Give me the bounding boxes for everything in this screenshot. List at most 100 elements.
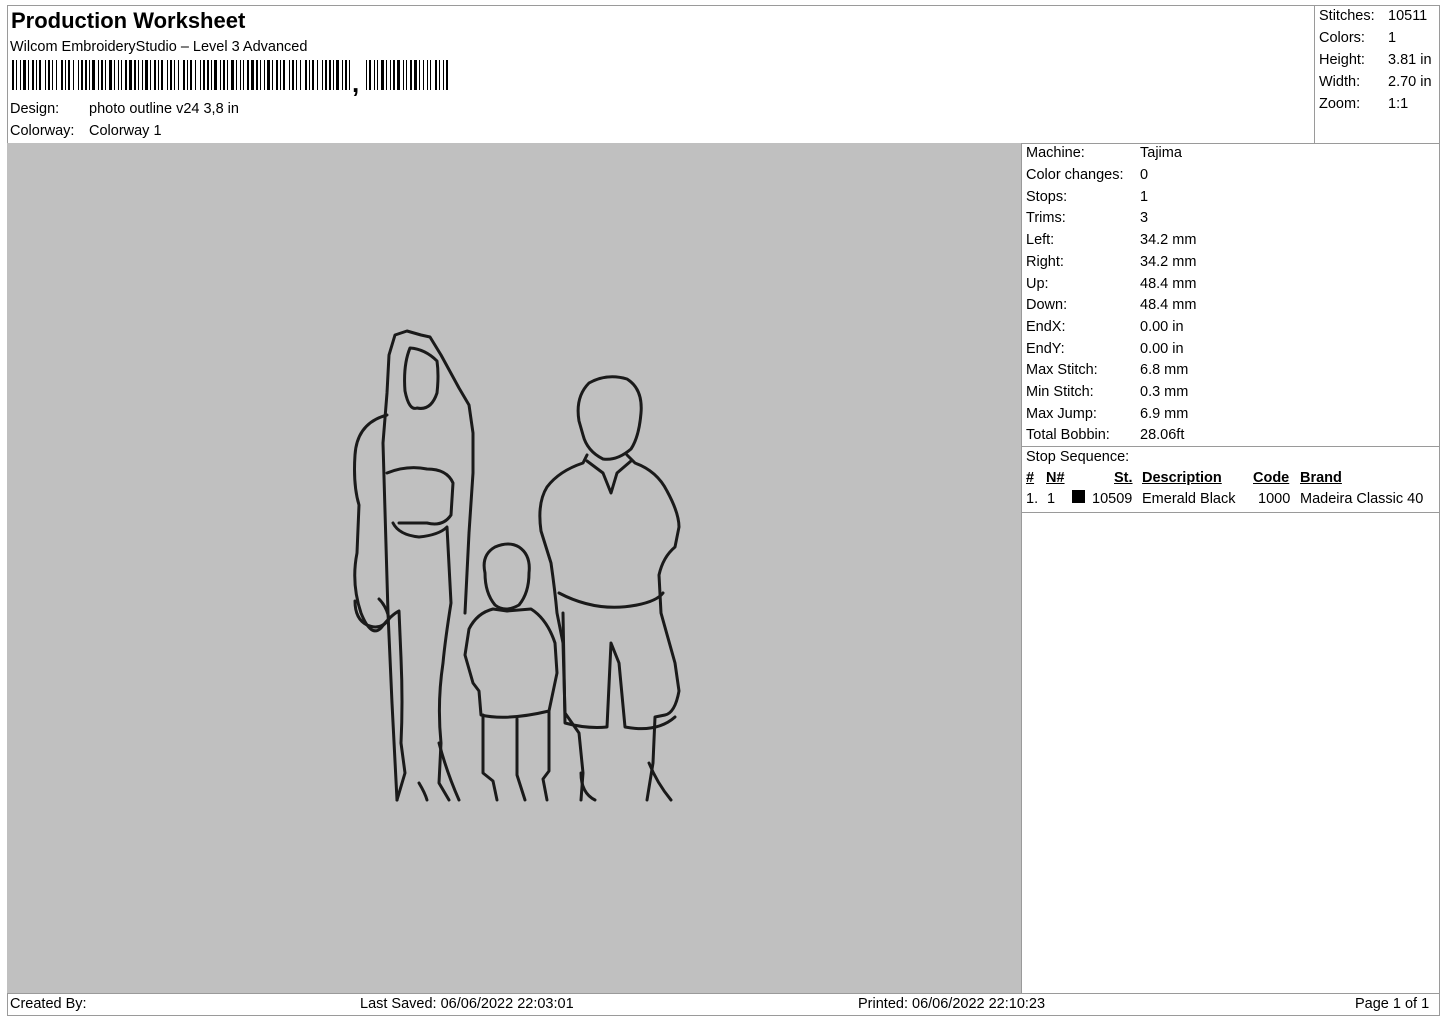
barcode-bar <box>231 60 234 90</box>
barcode-bar <box>419 60 420 90</box>
barcode-bar <box>336 60 339 90</box>
man-head <box>576 375 643 461</box>
down-label: Down: <box>1026 297 1068 313</box>
barcode-bar <box>272 60 273 90</box>
info-panel <box>1021 143 1440 994</box>
barcode-bar <box>150 60 151 90</box>
min-stitch-label: Min Stitch: <box>1026 384 1094 400</box>
barcode-bar <box>283 60 285 90</box>
barcode-bar <box>369 60 371 90</box>
stop-sequence-title: Stop Sequence: <box>1026 449 1130 465</box>
barcode-bar <box>435 60 437 90</box>
last-saved: Last Saved: 06/06/2022 22:03:01 <box>360 996 574 1012</box>
barcode-bar <box>386 60 387 90</box>
created-by: Created By: <box>10 996 87 1012</box>
left-label: Left: <box>1026 232 1055 248</box>
width-value: 2.70 in <box>1388 74 1432 90</box>
barcode-bar <box>129 60 132 90</box>
barcode-bar <box>211 60 212 90</box>
barcode-bar <box>276 60 278 90</box>
boy-legs <box>481 709 551 802</box>
zoom-value: 1:1 <box>1388 96 1409 112</box>
barcode-bar <box>16 60 17 90</box>
barcode-bar <box>393 60 395 90</box>
color-swatch <box>1072 490 1085 503</box>
barcode-bar <box>134 60 136 90</box>
barcode-bar <box>187 60 188 90</box>
endy-label: EndY: <box>1026 341 1065 357</box>
info-divider <box>1021 446 1440 447</box>
row-num: 1. <box>1026 491 1039 507</box>
barcode-bar <box>345 60 347 90</box>
barcode-bar <box>20 60 21 90</box>
barcode-bar <box>312 60 314 90</box>
barcode-bar <box>264 60 265 90</box>
endy-value: 0.00 in <box>1140 341 1184 357</box>
barcode-bar <box>114 60 115 90</box>
barcode-bar <box>105 60 106 90</box>
stitches-label: Stitches: <box>1319 8 1375 24</box>
color-changes-value: 0 <box>1140 167 1149 183</box>
machine-label: Machine: <box>1026 145 1085 161</box>
barcode-bar <box>118 60 119 90</box>
barcode-bar <box>377 60 378 90</box>
barcode-bar <box>65 60 66 90</box>
barcode-bar <box>145 60 148 90</box>
page-number: Page 1 of 1 <box>1355 996 1430 1012</box>
up-value: 48.4 mm <box>1140 276 1197 292</box>
printed-date: Printed: 06/06/2022 22:10:23 <box>858 996 1046 1012</box>
down-value: 48.4 mm <box>1140 297 1197 313</box>
barcode-bar <box>23 60 26 90</box>
height-label: Height: <box>1319 52 1365 68</box>
barcode-bar <box>446 60 448 90</box>
stops-label: Stops: <box>1026 189 1068 205</box>
barcode-bar <box>292 60 294 90</box>
barcode-bar <box>28 60 29 90</box>
barcode-bar <box>98 60 99 90</box>
max-stitch-value: 6.8 mm <box>1140 362 1189 378</box>
barcode-bar <box>101 60 103 90</box>
barcode-bar <box>203 60 205 90</box>
barcode-bar <box>305 60 307 90</box>
col-header-description: Description <box>1142 470 1222 486</box>
barcode-bar <box>296 60 297 90</box>
barcode-bar <box>397 60 400 90</box>
machine-value: Tajima <box>1140 145 1182 161</box>
stitches-value: 10511 <box>1388 8 1428 24</box>
colors-label: Colors: <box>1319 30 1365 46</box>
color-changes-label: Color changes: <box>1026 167 1124 183</box>
barcode-bar <box>174 60 175 90</box>
barcode-bar <box>236 60 237 90</box>
up-label: Up: <box>1026 276 1049 292</box>
barcode-bar <box>443 60 444 90</box>
col-header-code: Code <box>1253 470 1290 486</box>
stop-divider <box>1021 512 1440 513</box>
barcode-bar <box>342 60 343 90</box>
barcode-bar <box>227 60 228 90</box>
barcode-bar <box>251 60 254 90</box>
barcode-bar <box>73 60 74 90</box>
width-label: Width: <box>1319 74 1361 90</box>
zoom-label: Zoom: <box>1319 96 1361 112</box>
barcode-bar <box>430 60 431 90</box>
left-value: 34.2 mm <box>1140 232 1197 248</box>
woman-face <box>403 346 440 410</box>
man-shorts <box>561 611 677 731</box>
row-n: 1 <box>1047 491 1056 507</box>
barcode-bar <box>289 60 290 90</box>
col-header-brand: Brand <box>1300 470 1342 486</box>
boy-head <box>482 542 531 611</box>
barcode-bar <box>381 60 384 90</box>
barcode-bar <box>406 60 407 90</box>
barcode-bar <box>333 60 334 90</box>
barcode-bar <box>32 60 34 90</box>
barcode-bar <box>247 60 249 90</box>
barcode-bar <box>349 60 350 90</box>
row-st: 10509 <box>1092 491 1133 507</box>
row-brand: Madeira Classic 40 <box>1300 491 1424 507</box>
barcode-bar <box>12 60 14 90</box>
col-header-num: # <box>1026 470 1035 486</box>
barcode-bar <box>161 60 163 90</box>
barcode-bar <box>322 60 323 90</box>
endx-value: 0.00 in <box>1140 319 1184 335</box>
